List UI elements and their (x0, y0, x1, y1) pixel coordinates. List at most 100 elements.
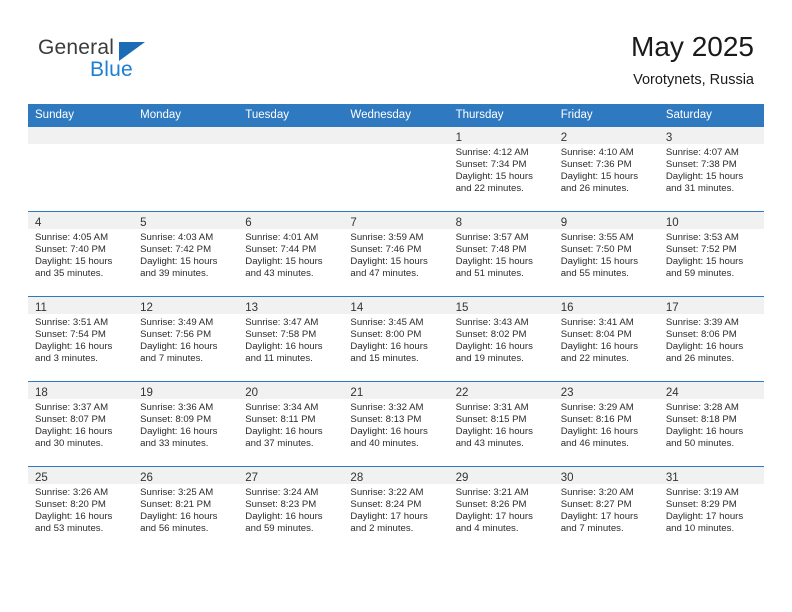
calendar-day-cell[interactable]: 4 Sunrise: 4:05 AM Sunset: 7:40 PM Daylight… (28, 211, 134, 297)
calendar-day-cell[interactable] (28, 127, 134, 212)
calendar-day-cell[interactable]: 26 Sunrise: 3:25 AM Sunset: 8:21 PM Dayligh… (133, 466, 239, 551)
daylight-text-line2: and 2 minutes. (350, 523, 414, 535)
general-blue-logo[interactable]: General Blue (38, 36, 218, 88)
sunset-text: Sunset: 8:09 PM (140, 414, 212, 426)
calendar-day-cell[interactable]: 9 Sunrise: 3:55 AM Sunset: 7:50 PM Daylight… (553, 211, 659, 297)
day-number: 21 (350, 387, 364, 399)
calendar-day-cell[interactable] (133, 127, 239, 212)
daylight-text-line2: and 46 minutes. (560, 438, 629, 450)
calendar-body: 1 Sunrise: 4:12 AM Sunset: 7:34 PM Daylight… (28, 127, 764, 551)
calendar-day-cell[interactable]: 12 Sunrise: 3:49 AM Sunset: 7:56 PM Dayligh… (133, 296, 239, 382)
sunrise-text: Sunrise: 4:10 AM (560, 147, 634, 158)
day-details: Sunrise: 3:43 AM Sunset: 8:02 PM Daylight:… (449, 314, 554, 365)
calendar-day-cell[interactable]: 31 Sunrise: 3:19 AM Sunset: 8:29 PM Dayligh… (658, 466, 764, 551)
calendar-day-cell[interactable]: 7 Sunrise: 3:59 AM Sunset: 7:46 PM Daylight… (343, 211, 449, 297)
day-number: 15 (455, 302, 469, 314)
calendar-day-cell[interactable]: 20 Sunrise: 3:34 AM Sunset: 8:11 PM Dayligh… (238, 381, 344, 467)
day-number: 5 (140, 217, 147, 229)
daylight-text-line1: Daylight: 15 hours (560, 256, 639, 268)
daylight-text-line1: Daylight: 16 hours (245, 511, 323, 523)
daylight-text-line2: and 4 minutes. (455, 523, 519, 535)
daylight-text-line1: Daylight: 15 hours (665, 171, 744, 183)
sunrise-text: Sunrise: 3:47 AM (245, 317, 319, 328)
calendar-day-cell[interactable]: 13 Sunrise: 3:47 AM Sunset: 7:58 PM Dayligh… (238, 296, 344, 382)
calendar-day-cell[interactable]: 25 Sunrise: 3:26 AM Sunset: 8:20 PM Dayligh… (28, 466, 134, 551)
sunset-text: Sunset: 8:06 PM (665, 329, 737, 341)
calendar-day-cell[interactable]: 24 Sunrise: 3:28 AM Sunset: 8:18 PM Dayligh… (658, 381, 764, 467)
daylight-text-line1: Daylight: 15 hours (560, 171, 639, 183)
calendar-day-cell[interactable]: 27 Sunrise: 3:24 AM Sunset: 8:23 PM Dayligh… (238, 466, 344, 551)
calendar-day-cell[interactable]: 8 Sunrise: 3:57 AM Sunset: 7:48 PM Daylight… (448, 211, 554, 297)
daylight-text-line1: Daylight: 16 hours (350, 426, 428, 438)
daylight-text-line1: Daylight: 15 hours (350, 256, 428, 268)
calendar-day-cell[interactable]: 11 Sunrise: 3:51 AM Sunset: 7:54 PM Dayligh… (28, 296, 134, 382)
day-number: 6 (245, 217, 252, 229)
day-details: Sunrise: 3:59 AM Sunset: 7:46 PM Daylight:… (343, 229, 448, 280)
calendar-day-cell[interactable]: 15 Sunrise: 3:43 AM Sunset: 8:02 PM Dayligh… (448, 296, 554, 382)
calendar-day-cell[interactable] (343, 127, 449, 212)
calendar-week-row: 25 Sunrise: 3:26 AM Sunset: 8:20 PM Dayligh… (28, 466, 764, 551)
calendar-day-cell[interactable]: 18 Sunrise: 3:37 AM Sunset: 8:07 PM Dayligh… (28, 381, 134, 467)
daylight-text-line2: and 26 minutes. (560, 183, 629, 195)
daylight-text-line2: and 40 minutes. (350, 438, 419, 450)
sunset-text: Sunset: 7:40 PM (35, 244, 106, 256)
calendar-day-cell[interactable]: 14 Sunrise: 3:45 AM Sunset: 8:00 PM Dayligh… (343, 296, 449, 382)
sunrise-text: Sunrise: 3:28 AM (665, 402, 739, 413)
sunset-text: Sunset: 7:56 PM (140, 329, 212, 341)
daylight-text-line2: and 47 minutes. (350, 268, 419, 280)
sunset-text: Sunset: 7:42 PM (140, 244, 212, 256)
daylight-text-line2: and 37 minutes. (245, 438, 314, 450)
daylight-text-line1: Daylight: 17 hours (350, 511, 428, 523)
daylight-text-line2: and 31 minutes. (665, 183, 735, 195)
calendar-day-cell[interactable]: 30 Sunrise: 3:20 AM Sunset: 8:27 PM Dayligh… (553, 466, 659, 551)
calendar-day-cell[interactable]: 5 Sunrise: 4:03 AM Sunset: 7:42 PM Daylight… (133, 211, 239, 297)
calendar-day-cell[interactable]: 28 Sunrise: 3:22 AM Sunset: 8:24 PM Dayligh… (343, 466, 449, 551)
calendar-day-cell[interactable]: 19 Sunrise: 3:36 AM Sunset: 8:09 PM Dayligh… (133, 381, 239, 467)
sunrise-text: Sunrise: 3:25 AM (140, 487, 214, 498)
calendar-day-cell[interactable] (238, 127, 344, 212)
day-number: 18 (35, 387, 48, 399)
calendar-day-cell[interactable]: 23 Sunrise: 3:29 AM Sunset: 8:16 PM Dayligh… (553, 381, 659, 467)
daylight-text-line2: and 43 minutes. (455, 438, 524, 450)
sunrise-text: Sunrise: 3:43 AM (455, 317, 529, 328)
daylight-text-line1: Daylight: 16 hours (140, 341, 218, 353)
sunset-text: Sunset: 8:16 PM (560, 414, 632, 426)
daylight-text-line1: Daylight: 17 hours (455, 511, 533, 523)
calendar-day-cell[interactable]: 10 Sunrise: 3:53 AM Sunset: 7:52 PM Dayligh… (658, 211, 764, 297)
sunrise-text: Sunrise: 4:12 AM (455, 147, 529, 158)
daylight-text-line1: Daylight: 16 hours (35, 511, 113, 523)
day-number: 12 (140, 302, 153, 314)
sunrise-text: Sunrise: 3:59 AM (350, 232, 424, 243)
calendar-day-cell[interactable]: 2 Sunrise: 4:10 AM Sunset: 7:36 PM Daylight… (553, 127, 659, 212)
daylight-text-line1: Daylight: 17 hours (665, 511, 744, 523)
day-details: Sunrise: 3:24 AM Sunset: 8:23 PM Daylight:… (238, 484, 343, 535)
logo-text-blue: Blue (90, 58, 133, 81)
daylight-text-line2: and 59 minutes. (665, 268, 735, 280)
day-number: 28 (350, 472, 364, 484)
daylight-text-line2: and 19 minutes. (455, 353, 524, 365)
weekday-header-wednesday: Wednesday (343, 104, 449, 127)
daylight-text-line2: and 55 minutes. (560, 268, 629, 280)
day-number: 30 (560, 472, 574, 484)
calendar-day-cell[interactable]: 3 Sunrise: 4:07 AM Sunset: 7:38 PM Daylight… (658, 127, 764, 212)
sunrise-text: Sunrise: 3:37 AM (35, 402, 109, 413)
calendar-day-cell[interactable]: 6 Sunrise: 4:01 AM Sunset: 7:44 PM Daylight… (238, 211, 344, 297)
sunset-text: Sunset: 8:24 PM (350, 499, 422, 511)
calendar-day-cell[interactable]: 1 Sunrise: 4:12 AM Sunset: 7:34 PM Daylight… (448, 127, 554, 212)
calendar-day-cell[interactable]: 21 Sunrise: 3:32 AM Sunset: 8:13 PM Dayligh… (343, 381, 449, 467)
sunrise-text: Sunrise: 3:29 AM (560, 402, 634, 413)
day-details: Sunrise: 4:01 AM Sunset: 7:44 PM Daylight:… (238, 229, 343, 280)
daylight-text-line1: Daylight: 16 hours (140, 511, 218, 523)
daylight-text-line1: Daylight: 16 hours (35, 426, 113, 438)
daylight-text-line1: Daylight: 16 hours (245, 341, 323, 353)
day-number: 2 (560, 132, 568, 144)
calendar-header-row: Sunday Monday Tuesday Wednesday Thursday… (28, 104, 764, 127)
day-details: Sunrise: 3:47 AM Sunset: 7:58 PM Daylight:… (238, 314, 343, 365)
calendar-day-cell[interactable]: 22 Sunrise: 3:31 AM Sunset: 8:15 PM Dayligh… (448, 381, 554, 467)
daylight-text-line2: and 43 minutes. (245, 268, 314, 280)
sunset-text: Sunset: 8:18 PM (665, 414, 737, 426)
calendar-day-cell[interactable]: 17 Sunrise: 3:39 AM Sunset: 8:06 PM Dayligh… (658, 296, 764, 382)
calendar-day-cell[interactable]: 16 Sunrise: 3:41 AM Sunset: 8:04 PM Dayligh… (553, 296, 659, 382)
daylight-text-line2: and 51 minutes. (455, 268, 524, 280)
calendar-day-cell[interactable]: 29 Sunrise: 3:21 AM Sunset: 8:26 PM Dayligh… (448, 466, 554, 551)
